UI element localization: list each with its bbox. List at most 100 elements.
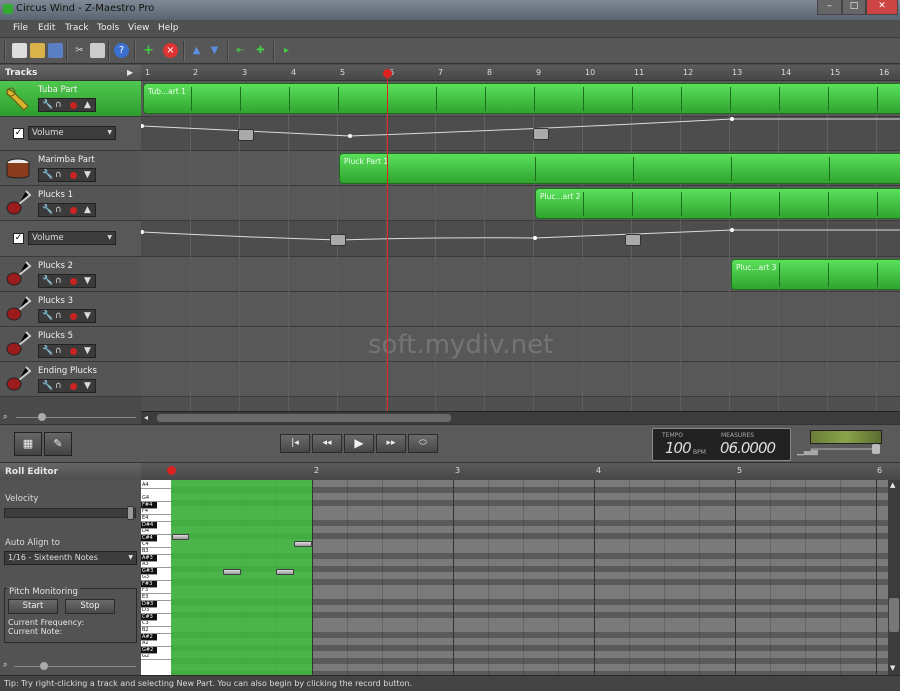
piano-key[interactable]: F#4 [141,502,157,509]
midi-note[interactable] [223,569,241,575]
menu-edit[interactable]: Edit [38,23,55,33]
headphones-icon[interactable]: ∩ [55,310,62,322]
wrench-icon[interactable]: 🔧 [42,345,53,357]
roll-vertical-scrollbar[interactable]: ▲ ▼ [888,480,900,675]
piano-key[interactable]: D3 [141,607,171,614]
collapse-icon[interactable]: ▲ [84,99,91,111]
menu-track[interactable]: Track [65,23,89,33]
piano-key[interactable]: G#2 [141,647,157,654]
help-icon[interactable]: ? [114,43,129,58]
piano-key[interactable]: A3 [141,561,171,568]
automation-dropdown[interactable]: Volume ▼ [28,126,116,140]
headphones-icon[interactable]: ∩ [55,204,62,216]
expand-icon[interactable]: ▼ [84,345,91,357]
expand-icon[interactable]: ▼ [84,169,91,181]
playhead[interactable] [387,71,388,413]
piano-key[interactable]: G3 [141,574,171,581]
expand-icon[interactable]: ▼ [84,380,91,392]
rewind-start-button[interactable]: |◂ [280,434,310,453]
play-button[interactable]: ▶ [344,434,374,453]
move-up-icon[interactable]: ▲ [189,43,204,58]
scroll-up-icon[interactable]: ▲ [890,481,895,489]
menu-file[interactable]: File [13,23,28,33]
move-down-icon[interactable]: ▼ [207,43,222,58]
pitch-stop-button[interactable]: Stop [65,599,115,614]
piano-key[interactable]: A#2 [141,634,157,641]
midi-note[interactable] [172,534,189,540]
rewind-button[interactable]: ◂◂ [312,434,342,453]
roll-playhead-handle[interactable] [167,466,176,475]
automation-checkbox[interactable]: ✓ [13,233,24,244]
roll-scroll-thumb[interactable] [889,598,899,632]
record-icon[interactable] [70,278,77,285]
piano-roll-grid[interactable] [171,480,888,675]
remove-track-icon[interactable]: × [163,43,178,58]
track-tuba[interactable]: Tuba Part 🔧 ∩ ▲ [0,81,141,117]
master-volume-slider[interactable] [812,448,880,450]
roll-ruler[interactable]: 2 3 4 5 6 [141,463,900,480]
arrangement-grid[interactable]: Tub...art 1 Pluck Part 1 Pluc...art 2 Pl… [141,81,900,411]
headphones-icon[interactable]: ∩ [55,345,62,357]
piano-key[interactable]: D#3 [141,601,157,608]
collapse-icon[interactable]: ▲ [84,204,91,216]
wrench-icon[interactable]: 🔧 [42,169,53,181]
headphones-icon[interactable]: ∩ [55,275,62,287]
loop-button[interactable]: ⬭ [408,434,438,453]
record-icon[interactable] [70,102,77,109]
wrench-icon[interactable]: 🔧 [42,275,53,287]
velocity-slider[interactable] [4,506,136,520]
trim-icon[interactable]: ▸ [279,43,294,58]
piano-key[interactable]: F4 [141,508,171,515]
roll-zoom-slider[interactable] [14,666,136,667]
velocity-knob[interactable] [127,506,134,520]
wrench-icon[interactable]: 🔧 [42,99,53,111]
piano-key[interactable]: C3 [141,620,171,627]
piano-key[interactable]: D#4 [141,522,157,529]
piano-key[interactable]: C#4 [141,535,157,542]
master-volume-knob[interactable] [872,444,880,454]
scroll-left-icon[interactable]: ◂ [144,413,148,422]
record-icon[interactable] [70,313,77,320]
wrench-icon[interactable]: 🔧 [42,380,53,392]
expand-icon[interactable]: ▼ [84,310,91,322]
automation-checkbox[interactable]: ✓ [13,128,24,139]
save-icon[interactable] [48,43,63,58]
track-plucks-1[interactable]: Plucks 1 🔧 ∩ ▲ [0,186,141,221]
headphones-icon[interactable]: ∩ [55,380,62,392]
piano-key[interactable]: B2 [141,627,171,634]
piano-key[interactable]: C#3 [141,614,157,621]
midi-note[interactable] [294,541,312,547]
record-icon[interactable] [70,348,77,355]
maximize-button[interactable]: □ [842,0,866,15]
horizontal-scrollbar[interactable]: ◂ [141,411,900,424]
expand-icon[interactable]: ▶ [127,68,133,77]
piano-key[interactable]: B3 [141,548,171,555]
merge-icon[interactable]: ✚ [253,43,268,58]
pitch-start-button[interactable]: Start [8,599,58,614]
piano-key[interactable]: F3 [141,587,171,594]
piano-key[interactable]: G4 [141,495,171,502]
minimize-button[interactable]: – [817,0,842,15]
zoom-slider[interactable]: ⌕ [0,411,141,424]
scroll-thumb[interactable] [157,414,451,422]
pencil-tool-icon[interactable]: ✎ [44,432,72,456]
cut-icon[interactable]: ✂ [72,43,87,58]
track-marimba[interactable]: Marimba Part 🔧 ∩ ▼ [0,151,141,186]
piano-key[interactable]: A#3 [141,555,157,562]
timeline-ruler[interactable]: 1 2 3 4 5 6 7 8 9 10 11 12 13 14 15 16 [141,65,900,81]
menu-help[interactable]: Help [158,23,179,33]
headphones-icon[interactable]: ∩ [55,99,62,111]
playhead-handle[interactable] [383,69,392,78]
midi-note[interactable] [276,569,294,575]
piano-key[interactable]: C4 [141,541,171,548]
automation-node[interactable] [330,234,346,246]
track-ending-plucks[interactable]: Ending Plucks 🔧 ∩ ▼ [0,362,141,397]
wrench-icon[interactable]: 🔧 [42,204,53,216]
zoom-knob[interactable] [38,413,46,421]
record-icon[interactable] [70,207,77,214]
record-icon[interactable] [70,172,77,179]
automation-node[interactable] [625,234,641,246]
menu-view[interactable]: View [128,23,149,33]
piano-key[interactable]: E4 [141,515,171,522]
automation-dropdown[interactable]: Volume ▼ [28,231,116,245]
